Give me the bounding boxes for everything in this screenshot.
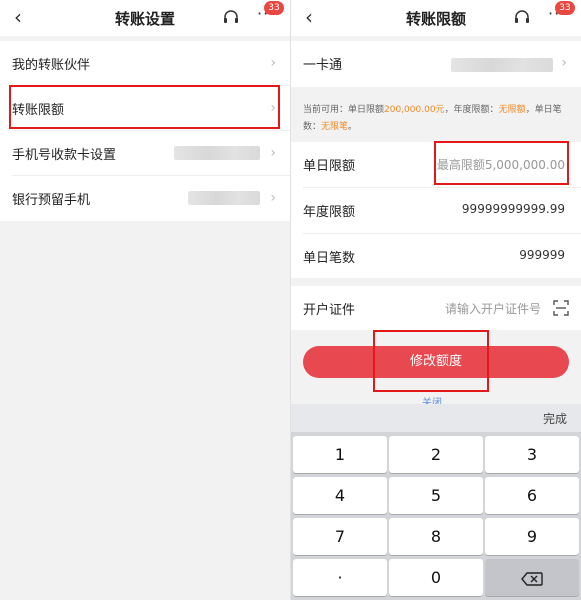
field-label: 单日笔数: [303, 251, 356, 266]
key-7[interactable]: 7: [293, 518, 387, 555]
key-6[interactable]: 6: [485, 477, 579, 514]
blurred-card-number: [451, 58, 553, 72]
page-title: 转账设置: [114, 10, 175, 28]
blurred-value: [174, 146, 260, 160]
card-label: 一卡通: [303, 58, 343, 73]
current-limit-note: 当前可用：单日限额200,000.00元，年度限额：无限额，单日笔数：无限笔。: [291, 96, 581, 142]
key-0[interactable]: 0: [389, 559, 483, 596]
key-3[interactable]: 3: [485, 436, 579, 473]
menu-item-reserved-phone[interactable]: 银行预留手机 ›: [0, 176, 290, 221]
chevron-right-icon: ›: [270, 145, 276, 161]
yearly-limit-row[interactable]: 年度限额 99999999999.99: [291, 188, 581, 234]
notification-badge: 33: [264, 1, 284, 15]
menu-item-label: 银行预留手机: [12, 193, 91, 208]
note-text: 。: [348, 122, 358, 132]
menu-item-transfer-partners[interactable]: 我的转账伙伴 ›: [0, 41, 290, 86]
key-1[interactable]: 1: [293, 436, 387, 473]
chevron-right-icon: ›: [270, 190, 276, 206]
key-8[interactable]: 8: [389, 518, 483, 555]
id-document-row[interactable]: 开户证件 请输入开户证件号: [291, 286, 581, 330]
card-selector[interactable]: 一卡通 ›: [291, 41, 581, 87]
highlight-box: [434, 141, 569, 185]
field-label: 开户证件: [303, 303, 356, 318]
key-dot[interactable]: ·: [293, 559, 387, 596]
highlight-box: [9, 85, 280, 129]
note-daily-limit: 200,000.00元: [384, 105, 445, 115]
headset-icon[interactable]: [222, 8, 240, 26]
note-text: ，年度限额：: [444, 105, 499, 115]
highlight-box: [373, 330, 489, 392]
key-4[interactable]: 4: [293, 477, 387, 514]
transfer-limit-screen: ‹ 转账限额 ··· 33 一卡通 › 当前可用：单日限额200,000.00元…: [291, 0, 581, 600]
page-title: 转账限额: [405, 10, 466, 28]
menu-item-label: 手机号收款卡设置: [12, 148, 117, 163]
top-bar: ‹ 转账限额 ··· 33: [291, 0, 581, 36]
keyboard-toolbar: 完成: [291, 404, 581, 432]
field-label: 年度限额: [303, 205, 356, 220]
menu-item-label: 我的转账伙伴: [12, 58, 91, 73]
id-number-input[interactable]: 请输入开户证件号: [445, 300, 541, 317]
blurred-value: [188, 191, 260, 205]
headset-icon[interactable]: [513, 8, 531, 26]
keyboard-done-button[interactable]: 完成: [543, 410, 567, 427]
numeric-keyboard: 完成 1 2 3 4 5 6 7 8 9 · 0: [291, 404, 581, 600]
chevron-right-icon: ›: [270, 55, 276, 71]
key-backspace[interactable]: [485, 559, 579, 596]
backspace-icon: [521, 571, 543, 586]
daily-count-input[interactable]: 999999: [519, 248, 565, 262]
scan-icon[interactable]: [553, 300, 569, 316]
note-daily-count: 无限笔: [321, 122, 349, 132]
key-2[interactable]: 2: [389, 436, 483, 473]
chevron-right-icon: ›: [561, 55, 567, 71]
notification-badge: 33: [555, 1, 575, 15]
key-5[interactable]: 5: [389, 477, 483, 514]
field-label: 单日限额: [303, 159, 356, 174]
yearly-limit-input[interactable]: 99999999999.99: [462, 202, 565, 216]
top-bar: ‹ 转账设置 ··· 33: [0, 0, 290, 36]
transfer-settings-screen: ‹ 转账设置 ··· 33 我的转账伙伴 › 转账限额 › 手机号收款卡设置 ›…: [0, 0, 290, 600]
note-yearly-limit: 无限额: [498, 105, 526, 115]
daily-count-row[interactable]: 单日笔数 999999: [291, 234, 581, 278]
note-text: 当前可用：单日限额: [303, 105, 385, 115]
menu-item-phone-receiving-card[interactable]: 手机号收款卡设置 ›: [0, 131, 290, 176]
key-9[interactable]: 9: [485, 518, 579, 555]
